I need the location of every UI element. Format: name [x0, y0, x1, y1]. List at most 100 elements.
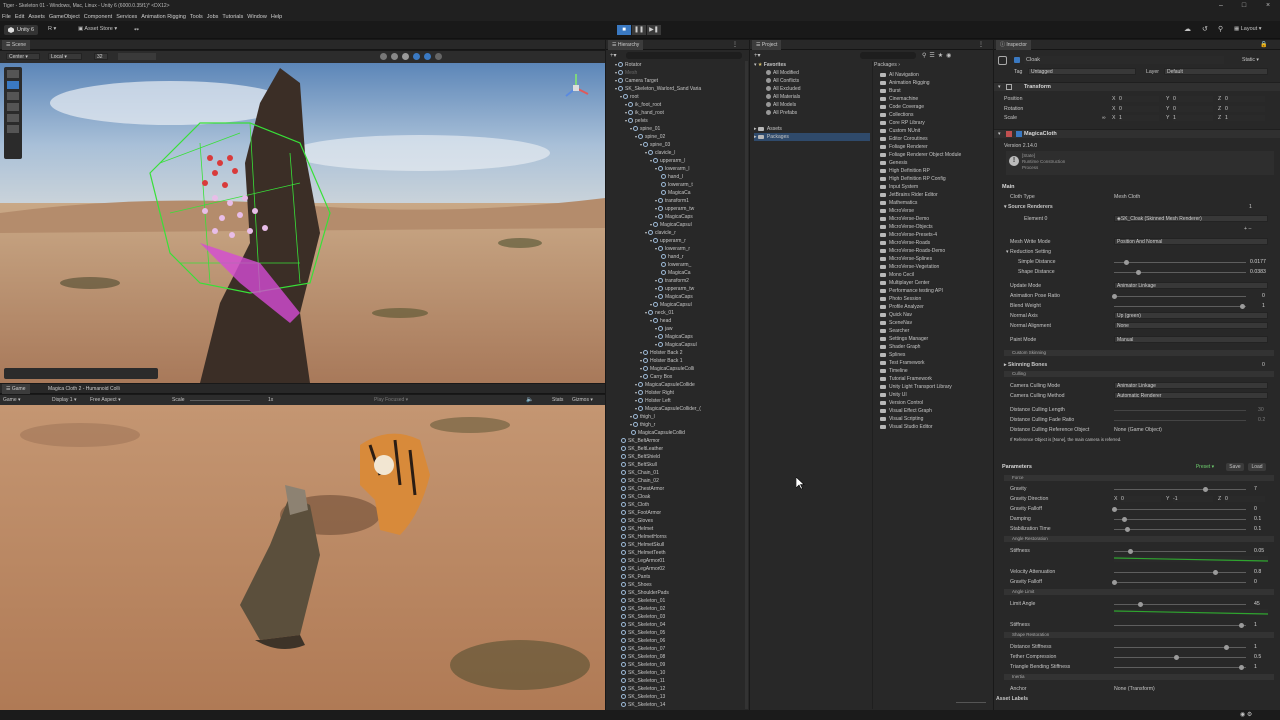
menu-item[interactable]: Edit [15, 14, 24, 20]
snap-tools[interactable] [118, 53, 156, 60]
hierarchy-item[interactable]: ▾ ik_hand_root [610, 109, 745, 117]
package-item[interactable]: MicroVerse-Roads-Demo [880, 247, 992, 255]
foldout-arrow-icon[interactable]: ▾ [655, 326, 657, 331]
tether-slider-track[interactable] [1114, 657, 1246, 658]
scene-viewport[interactable] [0, 63, 605, 383]
foldout-arrow-icon[interactable]: ▾ [635, 390, 637, 395]
hierarchy-item[interactable]: ▾ upperarm_r [610, 237, 745, 245]
vel-slider-track[interactable] [1114, 572, 1246, 573]
tab-game[interactable]: ☰ Game [2, 384, 30, 394]
vel-slider-knob[interactable] [1213, 570, 1219, 575]
package-item[interactable]: Tutorial Framework [880, 375, 992, 383]
hierarchy-item[interactable]: SK_HelmetHorns [610, 533, 745, 541]
hierarchy-item[interactable]: ▾ MagicaCaps [610, 333, 745, 341]
lock-icon[interactable]: 🔒 [1260, 41, 1267, 48]
hierarchy-item[interactable]: ▾ MagicaCaps [610, 293, 745, 301]
hierarchy-menu-icon[interactable]: ⋮ [732, 41, 738, 48]
package-item[interactable]: Photo Session [880, 295, 992, 303]
blend-value[interactable]: 1 [1262, 303, 1265, 309]
hierarchy-item[interactable]: SK_LegArmor02 [610, 565, 745, 573]
hierarchy-item[interactable]: lowerarm_t [610, 181, 745, 189]
gfall-slider-knob[interactable] [1112, 507, 1117, 512]
stiff2-slider-track[interactable] [1114, 625, 1246, 626]
menu-item[interactable]: Jobs [207, 14, 219, 20]
gizmos-dropdown[interactable]: Gizmos ▾ [572, 397, 593, 403]
save-button[interactable]: Save [1226, 463, 1244, 471]
package-item[interactable]: Visual Studio Editor [880, 423, 992, 431]
rect-tool-icon[interactable] [7, 114, 19, 122]
favorite-item[interactable]: All Conflicts [754, 77, 870, 85]
hierarchy-item[interactable]: ▾ MagicaCapsuleCollider_( [610, 405, 745, 413]
hierarchy-item[interactable]: SK_Skeleton_01 [610, 597, 745, 605]
gravity-value[interactable]: 7 [1254, 486, 1257, 492]
cam-culling-method-dropdown[interactable]: Automatic Renderer [1114, 392, 1268, 399]
display-dropdown[interactable]: Display 1 ▾ [52, 397, 76, 403]
foldout-arrow-icon[interactable]: ▾ [640, 142, 642, 147]
hierarchy-item[interactable]: ▾ Carry Box [610, 373, 745, 381]
hierarchy-item[interactable]: SK_Skeleton_13 [610, 693, 745, 701]
tether-value[interactable]: 0.5 [1254, 654, 1261, 660]
lighting-icon[interactable] [391, 53, 398, 60]
foldout-arrow-icon[interactable]: ▾ [635, 134, 637, 139]
hierarchy-item[interactable]: ▾ MagicaCapsul [610, 301, 745, 309]
hierarchy-item[interactable]: SK_Chain_01 [610, 469, 745, 477]
package-item[interactable]: MicroVerse [880, 207, 992, 215]
menu-item[interactable]: File [2, 14, 11, 20]
transform-tool-icon[interactable] [7, 125, 19, 133]
foldout-arrow-icon[interactable]: ▾ [655, 278, 657, 283]
hierarchy-item[interactable]: ▾ upperarm_l [610, 157, 745, 165]
hierarchy-item[interactable]: SK_BeltSkull [610, 461, 745, 469]
foldout-icon[interactable]: ▾ [998, 84, 1001, 90]
package-item[interactable]: MicroVerse-Splines [880, 255, 992, 263]
aspect-dropdown[interactable]: Free Aspect ▾ [90, 397, 121, 403]
update-mode-dropdown[interactable]: Animator Linkage [1114, 282, 1268, 289]
tri-value[interactable]: 1 [1254, 664, 1257, 670]
paint-mode-dropdown[interactable]: Manual [1114, 336, 1268, 343]
package-item[interactable]: Mathematics [880, 199, 992, 207]
angle_rest-header[interactable]: Angle Restoration [1004, 536, 1274, 542]
limit-slider-knob[interactable] [1138, 602, 1143, 607]
foldout-arrow-icon[interactable]: ▾ [650, 158, 652, 163]
hierarchy-item[interactable]: SK_BeltLeather [610, 445, 745, 453]
search-icon[interactable]: ⚲ [1218, 25, 1223, 33]
blend-knob[interactable] [1240, 304, 1245, 309]
custom-skinning-header[interactable]: Custom Skinning [1004, 350, 1274, 356]
gfall2-slider-track[interactable] [1114, 582, 1246, 583]
hierarchy-item[interactable]: SK_Pants [610, 573, 745, 581]
stats-button[interactable]: Stats [552, 397, 563, 403]
foldout-arrow-icon[interactable]: ▾ [625, 102, 627, 107]
hierarchy-item[interactable]: SK_Skeleton_02 [610, 605, 745, 613]
project-menu-icon[interactable]: ⋮ [978, 41, 984, 48]
tether-slider-knob[interactable] [1174, 655, 1180, 660]
hierarchy-item[interactable]: MagicaCa [610, 269, 745, 277]
package-item[interactable]: Foliage Renderer [880, 143, 992, 151]
foldout-arrow-icon[interactable]: ▾ [645, 230, 647, 235]
hierarchy-item[interactable]: ▾ lowerarm_r [610, 245, 745, 253]
menu-item[interactable]: Assets [28, 14, 45, 20]
move-tool-icon[interactable] [7, 81, 19, 89]
package-item[interactable]: MicroVerse-Roads [880, 239, 992, 247]
gravity-dir-x-field[interactable]: 0 [1121, 496, 1161, 502]
asset-store-button[interactable]: ▣ Asset Store ▾ [78, 26, 117, 32]
hierarchy-item[interactable]: ▾ MagicaCapsul [610, 221, 745, 229]
foldout-arrow-icon[interactable]: ▾ [645, 150, 647, 155]
game-mode-dropdown[interactable]: Game ▾ [3, 397, 21, 403]
hierarchy-scrollbar[interactable] [745, 61, 748, 709]
hierarchy-item[interactable]: ▾ SK_Skeleton_Warlord_Sand Varia [610, 85, 745, 93]
stab-value[interactable]: 0.1 [1254, 526, 1261, 532]
pivot-dropdown[interactable]: Center ▾ [6, 53, 40, 60]
package-item[interactable]: Animation Rigging [880, 79, 992, 87]
hierarchy-item[interactable]: SK_Cloth [610, 501, 745, 509]
shape-value[interactable]: 0.0383 [1250, 269, 1266, 275]
asset-labels[interactable]: Asset Labels [996, 696, 1028, 702]
foldout-arrow-icon[interactable]: ▾ [655, 334, 657, 339]
hierarchy-item[interactable]: ▾ jaw [610, 325, 745, 333]
tab-hierarchy[interactable]: ☰ Hierarchy [608, 40, 644, 50]
hierarchy-item[interactable]: SK_Skeleton_07 [610, 645, 745, 653]
hierarchy-item[interactable]: ▾ MagicaCapsul [610, 341, 745, 349]
hierarchy-item[interactable]: SK_Skeleton_06 [610, 637, 745, 645]
foldout-arrow-icon[interactable]: ▾ [635, 398, 637, 403]
gravity-dir-z-field[interactable]: 0 [1225, 496, 1265, 502]
hierarchy-item[interactable]: SK_Skeleton_11 [610, 677, 745, 685]
favorite-item[interactable]: All Modified [754, 69, 870, 77]
